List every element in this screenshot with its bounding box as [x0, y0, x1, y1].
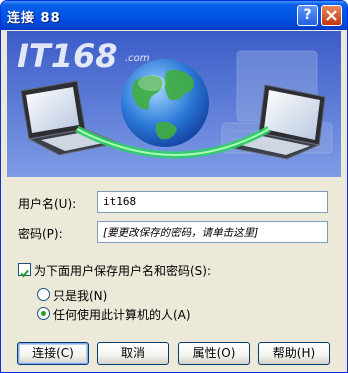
- close-icon: [326, 10, 337, 21]
- title-bar[interactable]: 连接 88 ?: [1, 1, 347, 30]
- svg-text:IT168: IT168: [17, 37, 118, 75]
- connect-button[interactable]: 连接(C): [17, 342, 89, 365]
- properties-button[interactable]: 属性(O): [178, 342, 250, 365]
- radio-only-me[interactable]: [37, 288, 50, 301]
- radio-selected-dot: [41, 311, 46, 316]
- cancel-button[interactable]: 取消: [97, 342, 169, 365]
- save-password-label: 为下面用户保存用户名和密码(S):: [34, 264, 212, 278]
- help-button-label: 帮助(H): [272, 346, 316, 360]
- help-icon: ?: [303, 7, 312, 23]
- save-password-checkbox[interactable]: [18, 263, 31, 278]
- svg-text:.com: .com: [125, 53, 150, 64]
- help-title-button[interactable]: ?: [297, 5, 318, 26]
- checkmark-icon: [20, 269, 29, 278]
- close-button[interactable]: [321, 5, 342, 26]
- radio-only-me-label: 只是我(N): [53, 289, 108, 303]
- cancel-button-label: 取消: [120, 346, 145, 360]
- username-input[interactable]: it168: [97, 191, 328, 213]
- banner-image: IT168 .com: [7, 31, 341, 177]
- window-title: 连接 88: [7, 11, 61, 26]
- radio-anyone-label: 任何使用此计算机的人(A): [53, 308, 191, 322]
- radio-anyone[interactable]: [37, 307, 50, 320]
- help-button[interactable]: 帮助(H): [258, 342, 330, 365]
- connect-dialog: 连接 88 ? IT168 .com 用户名(U): it168 密码(P): …: [0, 0, 348, 373]
- password-input[interactable]: [要更改保存的密码，请单击这里]: [97, 221, 328, 243]
- globe-icon: [121, 59, 209, 147]
- username-label: 用户名(U):: [18, 197, 77, 211]
- connect-button-label: 连接(C): [32, 346, 74, 360]
- password-label: 密码(P):: [18, 227, 63, 241]
- properties-button-label: 属性(O): [192, 346, 236, 360]
